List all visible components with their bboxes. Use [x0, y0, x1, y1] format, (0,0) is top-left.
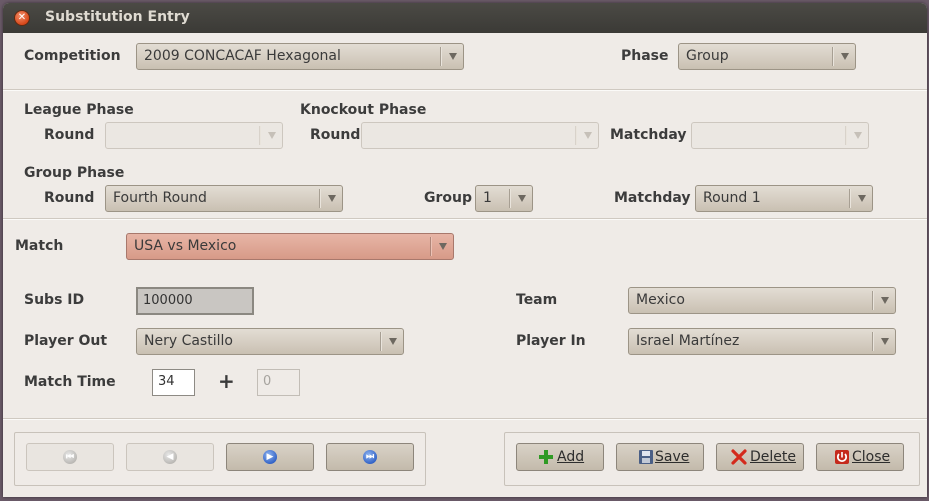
group-round-value: Fourth Round [113, 190, 207, 206]
player-in-value: Israel Martínez [636, 333, 740, 349]
group-label: Group [424, 190, 473, 206]
chevron-down-icon [328, 195, 336, 202]
match-time-label: Match Time [24, 374, 116, 390]
player-out-value: Nery Castillo [144, 333, 233, 349]
power-icon [835, 450, 849, 464]
delete-button-label: Delete [750, 449, 796, 465]
team-value: Mexico [636, 292, 685, 308]
chevron-down-icon [841, 53, 849, 60]
group-matchday-combo[interactable]: Round 1 [695, 185, 873, 212]
phase-combo[interactable]: Group [678, 43, 856, 70]
chevron-down-icon [854, 132, 862, 139]
league-round-label: Round [44, 127, 95, 143]
player-in-label: Player In [516, 333, 586, 349]
team-combo[interactable]: Mexico [628, 287, 896, 314]
chevron-down-icon [439, 243, 447, 250]
group-round-label: Round [44, 190, 95, 206]
competition-combo[interactable]: 2009 CONCACAF Hexagonal [136, 43, 464, 70]
player-out-label: Player Out [24, 333, 108, 349]
chevron-down-icon [268, 132, 276, 139]
back-icon: ◀ [163, 450, 177, 464]
chevron-down-icon [858, 195, 866, 202]
chevron-down-icon [389, 338, 397, 345]
knockout-matchday-combo[interactable] [691, 122, 869, 149]
player-in-combo[interactable]: Israel Martínez [628, 328, 896, 355]
delete-x-icon [731, 449, 747, 465]
knockout-round-label: Round [310, 127, 361, 143]
phase-value: Group [686, 48, 729, 64]
last-record-button[interactable]: ⏭ [326, 443, 414, 471]
title-bar: ✕ Substitution Entry [3, 3, 927, 33]
knockout-matchday-label: Matchday [610, 127, 687, 143]
match-label: Match [15, 238, 64, 254]
team-label: Team [516, 292, 558, 308]
substitution-entry-window: ✕ Substitution Entry Competition 2009 CO… [3, 3, 927, 497]
save-button-label: Save [655, 449, 690, 465]
separator [3, 89, 927, 91]
floppy-disk-icon [639, 450, 653, 464]
league-phase-heading: League Phase [24, 102, 134, 118]
delete-button[interactable]: Delete [716, 443, 804, 471]
window-close-icon[interactable]: ✕ [14, 10, 30, 26]
chevron-down-icon [584, 132, 592, 139]
add-button[interactable]: Add [516, 443, 604, 471]
player-out-combo[interactable]: Nery Castillo [136, 328, 404, 355]
league-round-combo[interactable] [105, 122, 283, 149]
chevron-down-icon [518, 195, 526, 202]
match-combo[interactable]: USA vs Mexico [126, 233, 454, 260]
group-combo[interactable]: 1 [475, 185, 533, 212]
save-button[interactable]: Save [616, 443, 704, 471]
close-button-label: Close [852, 449, 891, 465]
chevron-down-icon [449, 53, 457, 60]
previous-record-button[interactable]: ◀ [126, 443, 214, 471]
chevron-down-icon [881, 297, 889, 304]
forward-icon: ▶ [263, 450, 277, 464]
close-button[interactable]: Close [816, 443, 904, 471]
knockout-round-combo[interactable] [361, 122, 599, 149]
separator [3, 218, 927, 220]
group-phase-heading: Group Phase [24, 165, 125, 181]
match-value: USA vs Mexico [134, 238, 237, 254]
last-icon: ⏭ [363, 450, 377, 464]
first-icon: ⏮ [63, 450, 77, 464]
next-record-button[interactable]: ▶ [226, 443, 314, 471]
competition-label: Competition [24, 48, 121, 64]
subs-id-label: Subs ID [24, 292, 85, 308]
separator [3, 418, 927, 420]
group-value: 1 [483, 190, 492, 206]
match-time-field[interactable]: 34 [152, 369, 195, 396]
extra-time-field[interactable]: 0 [257, 369, 300, 396]
add-button-label: Add [557, 449, 585, 465]
competition-value: 2009 CONCACAF Hexagonal [144, 48, 341, 64]
plus-sign: + [218, 369, 235, 393]
group-round-combo[interactable]: Fourth Round [105, 185, 343, 212]
group-matchday-label: Matchday [614, 190, 691, 206]
phase-label: Phase [621, 48, 669, 64]
plus-icon [539, 450, 553, 464]
first-record-button[interactable]: ⏮ [26, 443, 114, 471]
knockout-phase-heading: Knockout Phase [300, 102, 427, 118]
chevron-down-icon [881, 338, 889, 345]
subs-id-field[interactable]: 100000 [136, 287, 254, 315]
group-matchday-value: Round 1 [703, 190, 761, 206]
window-title: Substitution Entry [45, 9, 190, 25]
